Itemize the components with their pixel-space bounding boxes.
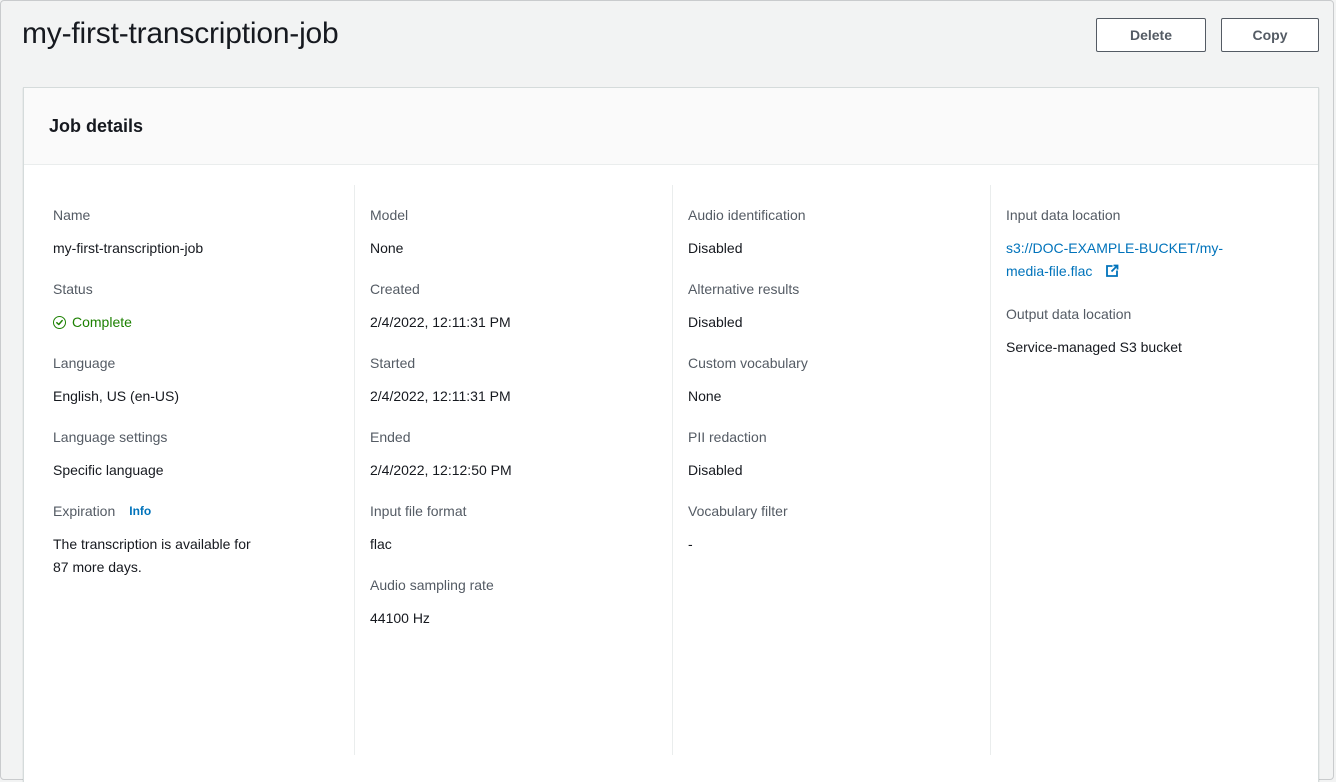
expiration-value-line2: 87 more days. [53,559,142,575]
details-column-1: Name my-first-transcription-job Status C… [53,185,355,755]
audio-sampling-rate-value: 44100 Hz [370,610,430,626]
alternative-results-label: Alternative results [688,281,800,297]
pii-redaction-label: PII redaction [688,429,767,445]
output-data-location-value: Service-managed S3 bucket [1006,339,1182,355]
expiration-value-line1: The transcription is available for [53,536,251,552]
field-created: Created 2/4/2022, 12:11:31 PM [370,280,672,334]
status-value: Complete [53,311,355,334]
alternative-results-value: Disabled [688,314,743,330]
field-language: Language English, US (en-US) [53,354,355,408]
field-started: Started 2/4/2022, 12:11:31 PM [370,354,672,408]
field-status: Status Complete [53,280,355,334]
input-file-format-label: Input file format [370,503,467,519]
field-input-file-format: Input file format flac [370,502,672,556]
field-input-data-location: Input data location s3://DOC-EXAMPLE-BUC… [1006,206,1320,283]
job-details-card: Job details Name my-first-transcription-… [23,87,1319,782]
language-settings-value: Specific language [53,462,164,478]
details-column-2: Model None Created 2/4/2022, 12:11:31 PM… [354,185,672,755]
input-data-location-line2: media-file.flac [1006,263,1093,279]
language-label: Language [53,355,116,371]
field-audio-identification: Audio identification Disabled [688,206,990,260]
field-pii-redaction: PII redaction Disabled [688,428,990,482]
vocabulary-filter-value: - [688,536,693,552]
details-column-4: Input data location s3://DOC-EXAMPLE-BUC… [990,185,1320,755]
model-label: Model [370,207,409,223]
field-custom-vocabulary: Custom vocabulary None [688,354,990,408]
started-label: Started [370,355,416,371]
field-ended: Ended 2/4/2022, 12:12:50 PM [370,428,672,482]
input-data-location-value: s3://DOC-EXAMPLE-BUCKET/my- media-file.f… [1006,237,1320,283]
name-value: my-first-transcription-job [53,240,204,256]
created-label: Created [370,281,420,297]
started-value: 2/4/2022, 12:11:31 PM [370,388,511,404]
external-link-icon [1106,264,1119,277]
field-output-data-location: Output data location Service-managed S3 … [1006,305,1320,359]
field-name: Name my-first-transcription-job [53,206,355,260]
expiration-info-link[interactable]: Info [129,502,151,521]
vocabulary-filter-label: Vocabulary filter [688,503,788,519]
custom-vocabulary-value: None [688,388,722,404]
model-value: None [370,240,404,256]
field-expiration: Expiration Info The transcription is ava… [53,502,355,579]
status-text: Complete [72,314,132,330]
page-title: my-first-transcription-job [22,17,339,50]
language-value: English, US (en-US) [53,388,180,404]
custom-vocabulary-label: Custom vocabulary [688,355,808,371]
name-label: Name [53,207,91,223]
input-data-location-label: Input data location [1006,207,1121,223]
check-circle-icon [53,316,66,329]
card-title: Job details [49,115,144,136]
expiration-label: Expiration [53,503,116,519]
audio-identification-value: Disabled [688,240,743,256]
ended-value: 2/4/2022, 12:12:50 PM [370,462,512,478]
output-data-location-label: Output data location [1006,306,1132,322]
created-value: 2/4/2022, 12:11:31 PM [370,314,511,330]
field-audio-sampling-rate: Audio sampling rate 44100 Hz [370,576,672,630]
details-columns: Name my-first-transcription-job Status C… [24,165,1318,782]
input-file-format-value: flac [370,536,392,552]
input-data-location-link[interactable]: s3://DOC-EXAMPLE-BUCKET/my- media-file.f… [1006,240,1223,279]
field-vocabulary-filter: Vocabulary filter - [688,502,990,556]
field-model: Model None [370,206,672,260]
expiration-label-row: Expiration Info [53,502,355,521]
copy-button[interactable]: Copy [1221,18,1319,52]
pii-redaction-value: Disabled [688,462,743,478]
audio-identification-label: Audio identification [688,207,806,223]
field-alternative-results: Alternative results Disabled [688,280,990,334]
language-settings-label: Language settings [53,429,168,445]
input-data-location-line1: s3://DOC-EXAMPLE-BUCKET/my- [1006,240,1224,256]
details-column-3: Audio identification Disabled Alternativ… [672,185,990,755]
ended-label: Ended [370,429,411,445]
card-header: Job details [24,88,1318,165]
status-label: Status [53,281,93,297]
delete-button[interactable]: Delete [1096,18,1206,52]
audio-sampling-rate-label: Audio sampling rate [370,577,494,593]
expiration-value: The transcription is available for 87 mo… [53,533,355,579]
field-language-settings: Language settings Specific language [53,428,355,482]
